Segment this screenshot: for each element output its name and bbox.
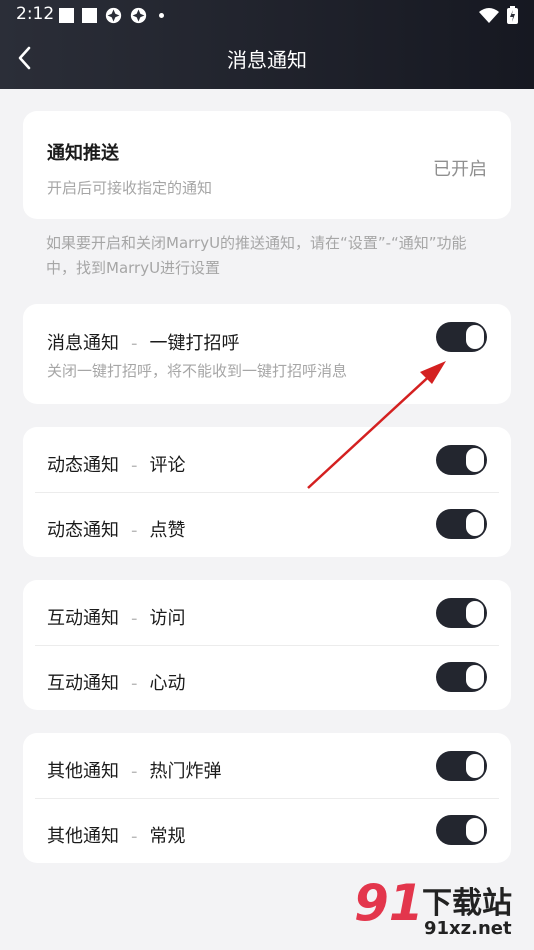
row-title: 互动通知 - 心动: [47, 669, 186, 695]
watermark-name: 下载站: [422, 886, 512, 921]
row-item: 心动: [149, 673, 186, 694]
row-title: 互动通知 - 访问: [47, 604, 186, 630]
row-item: 热门炸弹: [149, 761, 222, 782]
heartbeat-toggle[interactable]: [436, 662, 487, 692]
battery-charging-icon: [507, 6, 518, 24]
row-category: 其他通知: [47, 761, 119, 782]
toggle-knob: [466, 818, 484, 842]
separator: -: [131, 673, 138, 694]
system-icons: [479, 6, 518, 24]
push-subtitle: 开启后可接收指定的通知: [47, 179, 213, 197]
toggle-knob: [466, 754, 484, 778]
notification-row: 动态通知 - 点赞: [23, 492, 511, 557]
notification-icons: [59, 7, 164, 24]
separator: -: [131, 333, 138, 354]
row-title: 动态通知 - 评论: [47, 451, 186, 477]
greeting-row-title: 消息通知 - 一键打招呼: [47, 329, 240, 355]
separator: -: [131, 455, 138, 476]
app-notification-icon: [130, 7, 147, 24]
status-time: 2:12: [16, 4, 55, 24]
row-item: 评论: [149, 455, 186, 476]
hot-bomb-toggle[interactable]: [436, 751, 487, 781]
regular-toggle[interactable]: [436, 815, 487, 845]
row-category: 动态通知: [47, 520, 119, 541]
watermark-logo: 91 下载站 91xz.net: [354, 870, 534, 950]
push-notification-card: 通知推送 开启后可接收指定的通知 已开启: [23, 111, 511, 219]
greeting-category: 消息通知: [47, 333, 119, 354]
row-category: 互动通知: [47, 673, 119, 694]
toggle-knob: [466, 448, 484, 472]
status-bar: 2:12: [0, 0, 534, 30]
row-title: 其他通知 - 常规: [47, 822, 186, 848]
separator: -: [131, 608, 138, 629]
annotation-arrow-icon: [307, 361, 446, 489]
like-toggle[interactable]: [436, 509, 487, 539]
other-notification-card: 其他通知 - 热门炸弹 其他通知 - 常规: [23, 733, 511, 863]
square-notification-icon: [82, 8, 97, 23]
notification-row: 互动通知 - 心动: [23, 645, 511, 710]
watermark-url: 91xz.net: [424, 918, 512, 939]
push-settings-note: 如果要开启和关闭MarryU的推送通知，请在“设置”-“通知”功能中，找到Mar…: [46, 234, 467, 277]
square-notification-icon: [59, 8, 74, 23]
toggle-knob: [466, 512, 484, 536]
row-title: 其他通知 - 热门炸弹: [47, 757, 222, 783]
wifi-icon: [479, 7, 499, 23]
push-state-label[interactable]: 已开启: [433, 155, 487, 181]
greeting-item: 一键打招呼: [149, 333, 240, 354]
separator: -: [131, 520, 138, 541]
separator: -: [131, 761, 138, 782]
toggle-knob: [466, 665, 484, 689]
page-title: 消息通知: [227, 48, 307, 72]
row-category: 互动通知: [47, 608, 119, 629]
separator: -: [131, 826, 138, 847]
notification-row: 其他通知 - 热门炸弹: [23, 733, 511, 798]
row-title: 动态通知 - 点赞: [47, 516, 186, 542]
watermark-91: 91: [354, 874, 424, 932]
toggle-knob: [466, 325, 484, 349]
more-notifications-dot-icon: [159, 13, 164, 18]
notification-row: 互动通知 - 访问: [23, 580, 511, 645]
row-category: 动态通知: [47, 455, 119, 476]
notification-row: 其他通知 - 常规: [23, 798, 511, 863]
app-header: 2:12 消息通知: [0, 0, 534, 89]
push-title: 通知推送: [47, 143, 119, 164]
row-category: 其他通知: [47, 826, 119, 847]
row-item: 点赞: [149, 520, 186, 541]
visit-toggle[interactable]: [436, 598, 487, 628]
toggle-knob: [466, 601, 484, 625]
greeting-toggle[interactable]: [436, 322, 487, 352]
interaction-notification-card: 互动通知 - 访问 互动通知 - 心动: [23, 580, 511, 710]
row-item: 常规: [149, 826, 186, 847]
row-item: 访问: [149, 608, 186, 629]
app-notification-icon: [105, 7, 122, 24]
